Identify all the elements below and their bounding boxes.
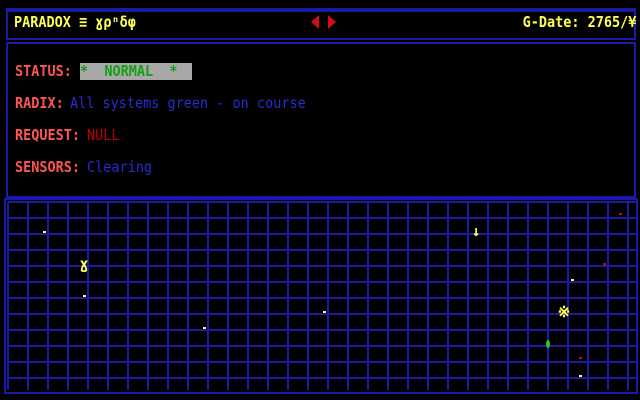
station[interactable]: ※: [558, 303, 571, 321]
star-dot: [579, 375, 582, 377]
star-dot: [571, 279, 574, 281]
star-dot: [579, 357, 582, 359]
map-grid: [7, 201, 636, 390]
player-ship[interactable]: ɣ: [79, 255, 88, 273]
sector-map[interactable]: ɣ ↓ ※: [0, 0, 640, 400]
star-dot: [43, 231, 46, 233]
star-dot: [203, 327, 206, 329]
star-dot: [83, 295, 86, 297]
arrow-marker[interactable]: ↓: [471, 222, 480, 240]
star-dot: [619, 213, 622, 215]
star-dot: [323, 311, 326, 313]
green-ship[interactable]: [546, 340, 550, 348]
star-dot: [603, 263, 606, 265]
